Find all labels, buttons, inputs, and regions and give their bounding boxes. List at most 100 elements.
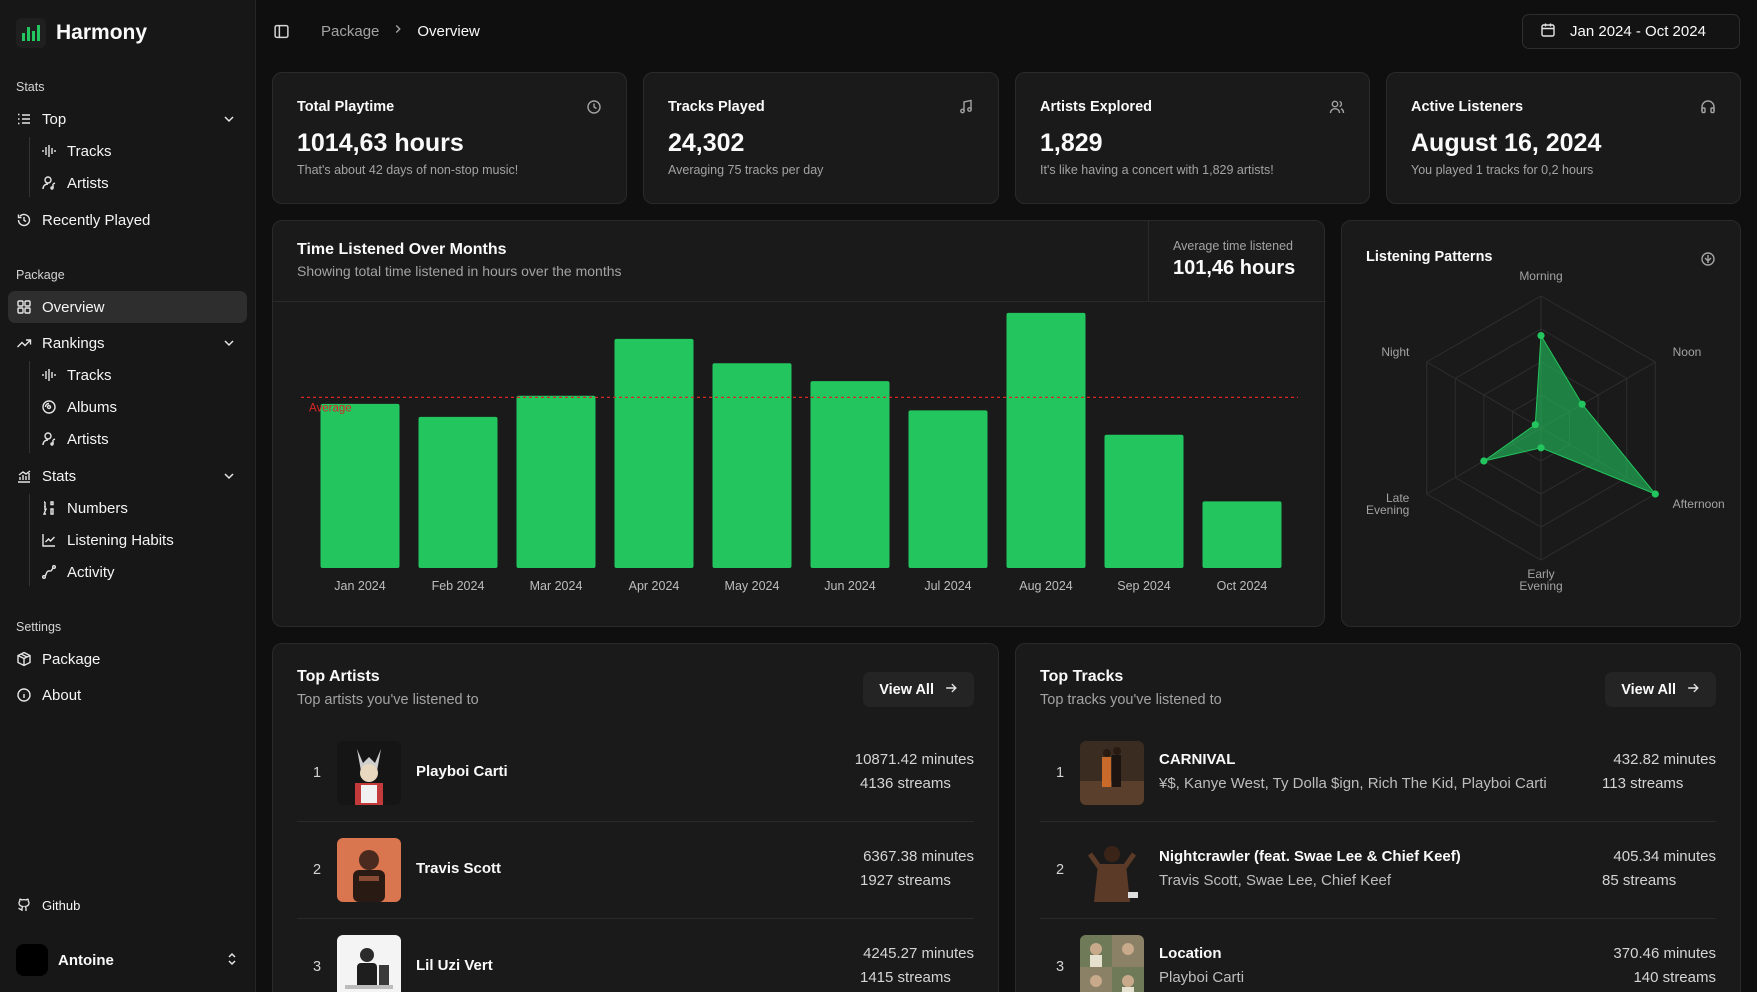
radar-label: Afternoon bbox=[1673, 497, 1725, 511]
x-tick-label: May 2024 bbox=[725, 579, 780, 593]
view-all-artists-button[interactable]: View All bbox=[863, 672, 974, 707]
x-tick-label: Sep 2024 bbox=[1117, 579, 1171, 593]
arrow-right-icon bbox=[1686, 681, 1700, 699]
streams: 140 streams bbox=[1633, 969, 1716, 986]
bar[interactable] bbox=[516, 395, 596, 568]
sidebar-item-label: Rankings bbox=[42, 334, 105, 352]
user-name: Antoine bbox=[58, 951, 114, 969]
radar-point[interactable] bbox=[1480, 457, 1488, 465]
rank: 1 bbox=[313, 765, 322, 781]
rank: 3 bbox=[313, 959, 322, 975]
breadcrumb-package[interactable]: Package bbox=[321, 23, 379, 40]
sidebar-item-stats-listening-habits[interactable]: Listening Habits bbox=[33, 525, 247, 555]
list-ordered-icon bbox=[16, 111, 32, 127]
stat-value: 1014,63 hours bbox=[297, 129, 464, 157]
sidebar-item-label: Package bbox=[42, 650, 101, 668]
radar-point[interactable] bbox=[1651, 490, 1659, 498]
sidebar-item-rankings-albums[interactable]: Albums bbox=[33, 392, 247, 422]
album-cover bbox=[1080, 838, 1144, 902]
x-tick-label: Jan 2024 bbox=[334, 579, 385, 593]
app-name: Harmony bbox=[56, 21, 148, 44]
sidebar-item-package[interactable]: Package bbox=[8, 643, 247, 675]
bar[interactable] bbox=[908, 410, 988, 568]
minutes: 10871.42 minutes bbox=[854, 751, 974, 768]
sidebar-item-rankings-tracks[interactable]: Tracks bbox=[33, 360, 247, 390]
sidebar-item-overview[interactable]: Overview bbox=[8, 291, 247, 323]
sidebar-item-label: Github bbox=[42, 897, 81, 913]
radar-point[interactable] bbox=[1578, 400, 1586, 408]
sidebar-item-stats-activity[interactable]: Activity bbox=[33, 557, 247, 587]
bar[interactable] bbox=[712, 363, 792, 568]
sidebar-item-stats-numbers[interactable]: Numbers bbox=[33, 493, 247, 523]
clock-icon bbox=[586, 99, 602, 118]
stat-subtitle: Averaging 75 tracks per day bbox=[668, 163, 824, 177]
sidebar-item-recently-played[interactable]: Recently Played bbox=[8, 204, 247, 236]
chevron-down-icon bbox=[221, 111, 237, 131]
view-all-tracks-button[interactable]: View All bbox=[1605, 672, 1716, 707]
github-icon bbox=[16, 897, 32, 913]
sidebar-item-top[interactable]: Top bbox=[8, 103, 247, 135]
streams: 4136 streams bbox=[860, 775, 951, 792]
view-all-label: View All bbox=[879, 681, 934, 698]
bar[interactable] bbox=[1006, 312, 1086, 568]
rank: 2 bbox=[1056, 862, 1065, 878]
x-tick-label: Jun 2024 bbox=[824, 579, 875, 593]
user-menu[interactable]: Antoine bbox=[16, 944, 240, 976]
sidebar-item-github[interactable]: Github bbox=[8, 889, 247, 921]
streams: 113 streams bbox=[1602, 775, 1684, 792]
stat-card-artists-explored: Artists Explored 1,829 It's like having … bbox=[1015, 72, 1370, 204]
radar-chart: Morning Noon Afternoon Early Evening Late Even… bbox=[1366, 269, 1725, 593]
date-range-picker[interactable]: Jan 2024 - Oct 2024 bbox=[1522, 14, 1740, 49]
bar[interactable] bbox=[320, 403, 400, 568]
chevron-down-icon bbox=[221, 468, 237, 488]
list-item[interactable]: 3 Lil Uzi Vert 4245.27 minutes 1415 stre… bbox=[297, 919, 974, 992]
sidebar-item-label: Stats bbox=[42, 467, 77, 485]
sidebar-item-stats[interactable]: Stats bbox=[8, 460, 247, 492]
streams: 1415 streams bbox=[860, 969, 951, 986]
radar-point[interactable] bbox=[1537, 444, 1545, 452]
radar-point[interactable] bbox=[1531, 421, 1539, 429]
sidebar-item-label: Tracks bbox=[67, 366, 112, 384]
list-item[interactable]: 1 Playboi Carti 10871.42 minutes 4136 st… bbox=[297, 725, 974, 822]
trending-up-icon bbox=[16, 335, 32, 351]
rank: 1 bbox=[1056, 765, 1065, 781]
artist-image bbox=[337, 838, 401, 902]
track-name: Location bbox=[1159, 945, 1222, 962]
sidebar-item-label: Artists bbox=[67, 430, 109, 448]
sidebar-toggle-icon[interactable] bbox=[273, 23, 290, 43]
list-item[interactable]: 2 Nightcrawler (feat. Swae Lee & Chief K… bbox=[1040, 822, 1716, 919]
time-listened-chart-card: Time Listened Over Months Showing total … bbox=[272, 220, 1326, 627]
stat-value: 1,829 bbox=[1040, 129, 1103, 157]
list-item[interactable]: 2 Travis Scott 6367.38 minutes 1927 stre… bbox=[297, 822, 974, 919]
minutes: 4245.27 minutes bbox=[863, 945, 974, 962]
headphones-icon bbox=[1700, 99, 1716, 118]
stat-value: 24,302 bbox=[668, 129, 745, 157]
layout-grid-icon bbox=[16, 299, 32, 315]
bar[interactable] bbox=[614, 338, 694, 568]
track-artists: ¥$, Kanye West, Ty Dolla $ign, Rich The … bbox=[1159, 775, 1547, 792]
radar-point[interactable] bbox=[1537, 332, 1545, 340]
bar[interactable] bbox=[810, 381, 890, 568]
bar[interactable] bbox=[1202, 501, 1282, 568]
bar[interactable] bbox=[418, 416, 498, 568]
artist-image bbox=[337, 741, 401, 805]
arrow-right-icon bbox=[944, 681, 958, 699]
chart-bar-line-icon bbox=[16, 468, 32, 484]
sidebar-item-top-tracks[interactable]: Tracks bbox=[33, 136, 247, 166]
sidebar-item-label: Overview bbox=[42, 298, 105, 316]
group-label-settings: Settings bbox=[16, 620, 62, 634]
user-music-icon bbox=[41, 175, 57, 191]
sidebar-item-label: Activity bbox=[67, 563, 115, 581]
list-item[interactable]: 1 CARNIVAL ¥$, Kanye West, Ty Dolla $ign… bbox=[1040, 725, 1716, 822]
sidebar-item-rankings[interactable]: Rankings bbox=[8, 327, 247, 359]
track-artists: Playboi Carti bbox=[1159, 969, 1245, 986]
x-tick-label: Oct 2024 bbox=[1217, 579, 1268, 593]
sidebar-item-label: Albums bbox=[67, 398, 118, 416]
bar[interactable] bbox=[1104, 434, 1184, 568]
sidebar-item-top-artists[interactable]: Artists bbox=[33, 168, 247, 198]
brand[interactable]: Harmony bbox=[16, 18, 147, 48]
sidebar-item-about[interactable]: About bbox=[8, 679, 247, 711]
x-tick-label: Aug 2024 bbox=[1019, 579, 1073, 593]
sidebar-item-rankings-artists[interactable]: Artists bbox=[33, 424, 247, 454]
list-item[interactable]: 3 Location Playboi Carti 370.46 minutes … bbox=[1040, 919, 1716, 992]
